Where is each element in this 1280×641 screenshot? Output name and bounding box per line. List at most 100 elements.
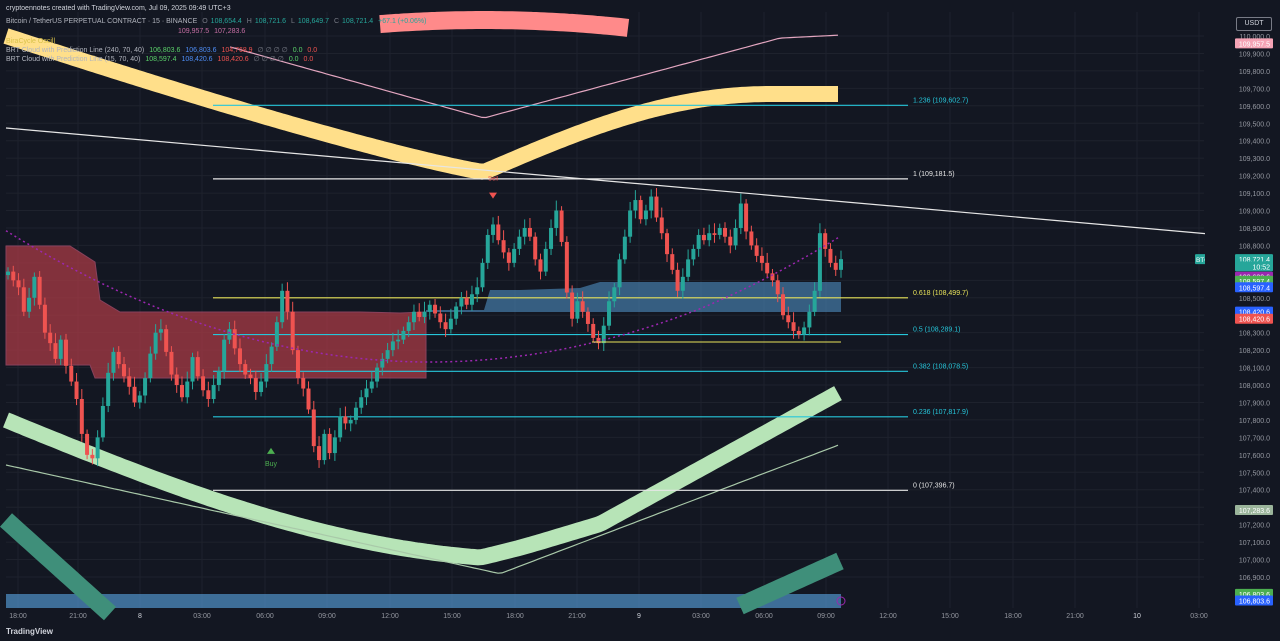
brt-cloud-legend-240[interactable]: BRT Cloud with Prediction Line (240, 70,… [6, 46, 320, 55]
candle-body [654, 196, 659, 218]
candle-body [153, 332, 158, 354]
candle-body [290, 311, 295, 351]
fib-level-label: 0.236 (107,817.9) [913, 409, 968, 416]
candle-body [411, 311, 416, 323]
time-tick-label: 09:00 [817, 613, 835, 620]
fib-level-label: 1 (109,181.5) [913, 171, 955, 178]
open-label: O [202, 18, 208, 25]
time-tick-label: 09:00 [318, 613, 336, 620]
close-label: C [333, 18, 340, 25]
candle-body [322, 433, 327, 461]
candle-body [48, 332, 53, 344]
candle-body [27, 297, 32, 312]
price-tag-label: 107,283.6 [1239, 508, 1270, 515]
candle-body [353, 407, 358, 420]
candle-body [580, 301, 585, 312]
chart-footer: TradingView [0, 623, 1280, 641]
indicator-value: 107,283.6 [214, 28, 246, 35]
time-tick-label: 03:00 [692, 613, 710, 620]
candle-body [32, 276, 37, 298]
sell-signal-label: Sell [488, 177, 498, 183]
candle-body [649, 196, 654, 211]
symbol-title: Bitcoin / TetherUS PERPETUAL CONTRACT · … [6, 18, 198, 25]
candle-body [248, 374, 253, 379]
candle-body [791, 322, 796, 331]
time-tick-label: 03:00 [1190, 613, 1208, 620]
indicator-legend-line-2[interactable]: 109,957.5 107,283.6 [6, 27, 248, 36]
indicator-value: 106,803.6 [185, 47, 217, 54]
price-tick-label: 109,800.0 [1239, 69, 1270, 76]
candle-body [707, 233, 712, 241]
candle-body [343, 416, 348, 424]
candle-body [401, 330, 406, 340]
candle-body [775, 280, 780, 295]
candle-body [42, 304, 47, 333]
candle-body [454, 306, 459, 319]
candle-body [564, 241, 569, 293]
currency-selector[interactable]: USDT [1236, 17, 1272, 31]
candle-body [643, 210, 648, 220]
candle-body [675, 269, 680, 291]
candle-body [280, 290, 285, 323]
price-tick-label: 107,700.0 [1239, 435, 1270, 442]
candle-body [554, 210, 559, 228]
candle-body [738, 203, 743, 228]
bottom-blue-band [6, 594, 841, 608]
candle-body [74, 381, 79, 399]
time-tick-label: 18:00 [1004, 613, 1022, 620]
candle-body [295, 350, 300, 379]
indicator-legend-line-3[interactable]: BiraCycle Oscill [6, 37, 55, 46]
candle-body [443, 322, 448, 330]
indicator-value: 0.0 [307, 47, 318, 54]
candle-body [237, 348, 242, 365]
price-tick-label: 108,500.0 [1239, 296, 1270, 303]
price-tick-label: 109,200.0 [1239, 174, 1270, 181]
candle-body [527, 227, 532, 237]
candle-body [111, 351, 116, 373]
price-chart[interactable]: 1.236 (109,602.7) 1 (109,181.5) 0.618 (108… [0, 0, 1280, 641]
candle-body [522, 227, 527, 237]
candle-body [622, 236, 627, 260]
chart-credit: cryptoennotes created with TradingView.c… [6, 5, 231, 12]
price-tick-label: 109,500.0 [1239, 121, 1270, 128]
candle-body [812, 290, 817, 312]
candle-body [480, 262, 485, 288]
candle-body [143, 378, 148, 396]
candle-body [617, 259, 622, 288]
high-value: 108,721.6 [254, 18, 286, 25]
candle-body [190, 357, 195, 382]
candle-body [491, 224, 496, 235]
candle-body [659, 217, 664, 234]
price-tag-label: 106,803.6 [1239, 599, 1270, 606]
candle-body [164, 329, 169, 352]
candle-body [85, 433, 90, 455]
fib-level-label: 1.236 (109,602.7) [913, 97, 968, 104]
price-tick-label: 108,200.0 [1239, 348, 1270, 355]
fib-level-label: 0.618 (108,499.7) [913, 290, 968, 297]
candle-body [37, 276, 42, 305]
candle-body [833, 262, 838, 270]
time-tick-label: 10 [1133, 613, 1141, 620]
indicator-value: 108,597.4 [145, 56, 177, 63]
candle-body [817, 233, 822, 291]
candle-body [733, 227, 738, 246]
brt-cloud-legend-15[interactable]: BRT Cloud with Prediction Line (15, 70, … [6, 55, 316, 64]
candle-body [448, 318, 453, 330]
symbol-legend[interactable]: Bitcoin / TetherUS PERPETUAL CONTRACT · … [6, 17, 429, 26]
indicator-value: 109,957.5 [178, 28, 210, 35]
candle-body [116, 351, 121, 365]
candle-body [759, 255, 764, 263]
price-axis[interactable]: 106,900.0 107,000.0 107,100.0 107,200.0 107,… [1205, 0, 1280, 623]
candle-body [765, 262, 770, 274]
candle-body [628, 210, 633, 237]
fib-level-label: 0 (107,396.7) [913, 482, 955, 489]
na-values: ∅ ∅ ∅ ∅ [257, 47, 288, 54]
candle-body [612, 287, 617, 302]
candle-body [90, 454, 95, 459]
candle-body [559, 210, 564, 242]
candle-body [21, 287, 26, 312]
candle-body [633, 200, 638, 211]
time-tick-label: 15:00 [941, 613, 959, 620]
indicator-value: 0.0 [303, 56, 314, 63]
price-tick-label: 107,000.0 [1239, 558, 1270, 565]
